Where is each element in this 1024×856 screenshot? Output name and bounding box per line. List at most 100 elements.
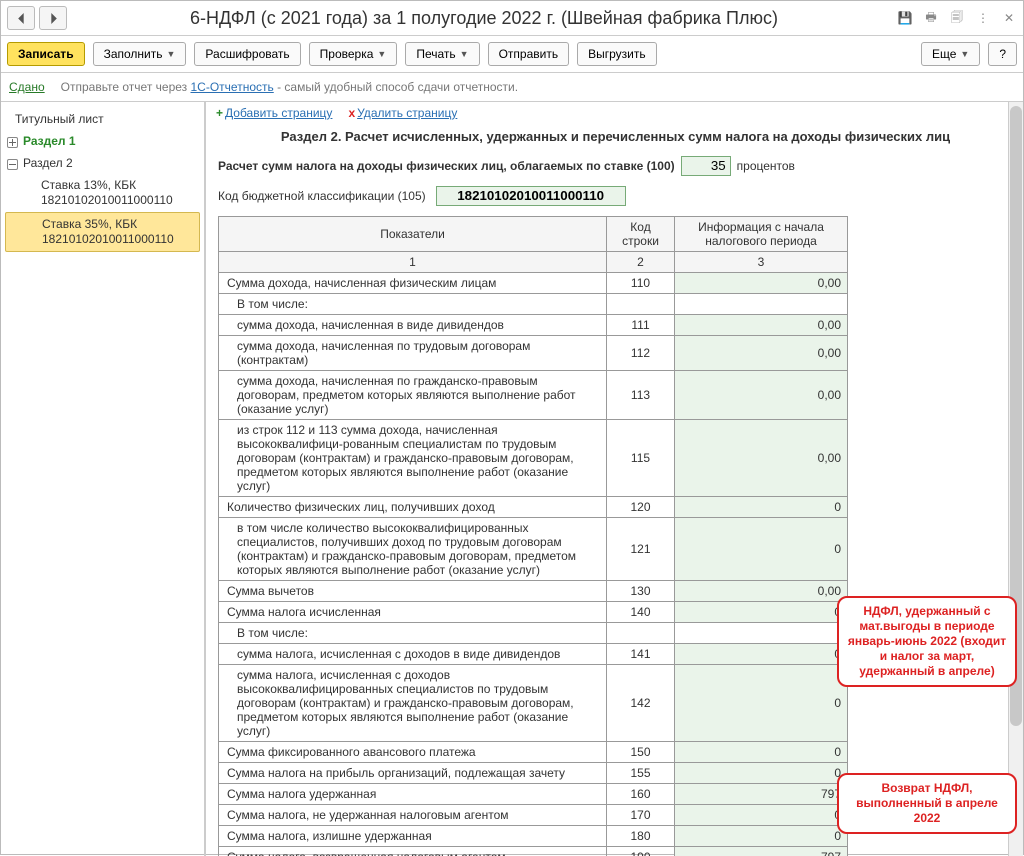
row-label: сумма налога, исчисленная с доходов в ви…: [219, 643, 607, 664]
write-button[interactable]: Записать: [7, 42, 85, 66]
row-code: [607, 293, 675, 314]
row-value[interactable]: 0,00: [675, 580, 848, 601]
col-num-3: 3: [675, 251, 848, 272]
rate-line: Расчет сумм налога на доходы физических …: [208, 150, 1023, 182]
row-value[interactable]: 0,00: [675, 272, 848, 293]
more-button[interactable]: Еще ▼: [921, 42, 980, 66]
row-value: [675, 293, 848, 314]
rate-unit: процентов: [737, 159, 795, 173]
row-label: В том числе:: [219, 293, 607, 314]
kebab-icon[interactable]: ⋮: [975, 10, 991, 26]
decrypt-button[interactable]: Расшифровать: [194, 42, 300, 66]
row-code: 111: [607, 314, 675, 335]
row-value: [675, 622, 848, 643]
status-bar: Сдано Отправьте отчет через 1С-Отчетност…: [1, 73, 1023, 102]
app-window: 6-НДФЛ (с 2021 года) за 1 полугодие 2022…: [0, 0, 1024, 855]
chevron-down-icon: ▼: [167, 49, 176, 59]
toolbar: Записать Заполнить ▼ Расшифровать Проверк…: [1, 36, 1023, 73]
delete-page-link[interactable]: xУдалить страницу: [348, 106, 457, 120]
row-value[interactable]: 0: [675, 804, 848, 825]
row-label: Сумма налога исчисленная: [219, 601, 607, 622]
table-row: Количество физических лиц, получивших до…: [219, 496, 848, 517]
row-label: сумма дохода, начисленная по трудовым до…: [219, 335, 607, 370]
nav-back-button[interactable]: [7, 6, 35, 30]
reporting-link[interactable]: 1С-Отчетность: [191, 80, 274, 94]
print-button[interactable]: Печать▼: [405, 42, 479, 66]
hint-pre: Отправьте отчет через: [61, 80, 191, 94]
more-label: Еще: [932, 47, 956, 61]
status-hint: Отправьте отчет через 1С-Отчетность - са…: [61, 80, 518, 94]
table-row: Сумма налога исчисленная1400: [219, 601, 848, 622]
tree-section-2[interactable]: Раздел 2: [1, 152, 204, 174]
table-row: В том числе:: [219, 622, 848, 643]
row-code: 120: [607, 496, 675, 517]
table-row: в том числе количество высококвалифициро…: [219, 517, 848, 580]
print-icon[interactable]: 🖶: [923, 10, 939, 26]
kbk-line: Код бюджетной классификации (105): [208, 182, 1023, 210]
row-value[interactable]: 797: [675, 783, 848, 804]
row-label: Сумма налога удержанная: [219, 783, 607, 804]
row-code: 180: [607, 825, 675, 846]
nav-forward-button[interactable]: [39, 6, 67, 30]
col-num-2: 2: [607, 251, 675, 272]
row-label: Сумма дохода, начисленная физическим лиц…: [219, 272, 607, 293]
row-label: Сумма налога, не удержанная налоговым аг…: [219, 804, 607, 825]
row-code: 115: [607, 419, 675, 496]
tree-rate-35[interactable]: Ставка 35%, КБК 18210102010011000110: [5, 212, 200, 252]
row-value[interactable]: 0,00: [675, 419, 848, 496]
row-label: Сумма налога, излишне удержанная: [219, 825, 607, 846]
attach-icon[interactable]: 🗐: [949, 10, 965, 26]
row-value[interactable]: 0: [675, 601, 848, 622]
title-icon-group: 💾 🖶 🗐 ⋮ ✕: [897, 10, 1017, 26]
check-button[interactable]: Проверка▼: [309, 42, 398, 66]
row-value[interactable]: 0: [675, 643, 848, 664]
scrollbar-track[interactable]: [1008, 102, 1023, 856]
table-row: сумма налога, исчисленная с доходов высо…: [219, 664, 848, 741]
export-button[interactable]: Выгрузить: [577, 42, 657, 66]
table-row: В том числе:: [219, 293, 848, 314]
row-value[interactable]: 0: [675, 762, 848, 783]
row-value[interactable]: 0,00: [675, 314, 848, 335]
add-page-label: Добавить страницу: [225, 106, 332, 120]
callout-ndfl-return: Возврат НДФЛ, выполненный в апреле 2022: [837, 773, 1017, 834]
help-button[interactable]: ?: [988, 42, 1017, 66]
send-button[interactable]: Отправить: [488, 42, 570, 66]
kbk-input[interactable]: [436, 186, 626, 206]
row-value[interactable]: 0: [675, 825, 848, 846]
add-page-link[interactable]: +Добавить страницу: [216, 106, 332, 120]
row-code: 121: [607, 517, 675, 580]
callout-ndfl-withheld: НДФЛ, удержанный с мат.выгоды в периоде …: [837, 596, 1017, 687]
row-value[interactable]: 0: [675, 664, 848, 741]
body: Титульный лист Раздел 1 Раздел 2 Ставка …: [1, 102, 1023, 856]
close-icon[interactable]: ✕: [1001, 10, 1017, 26]
row-value[interactable]: 0,00: [675, 370, 848, 419]
tree-rate-13[interactable]: Ставка 13%, КБК 18210102010011000110: [1, 174, 204, 212]
save-icon[interactable]: 💾: [897, 10, 913, 26]
row-label: Сумма фиксированного авансового платежа: [219, 741, 607, 762]
tree-section-1[interactable]: Раздел 1: [1, 130, 202, 152]
row-label: Количество физических лиц, получивших до…: [219, 496, 607, 517]
table-row: Сумма фиксированного авансового платежа1…: [219, 741, 848, 762]
col-num-1: 1: [219, 251, 607, 272]
table-row: Сумма налога, не удержанная налоговым аг…: [219, 804, 848, 825]
row-code: 113: [607, 370, 675, 419]
row-label: сумма дохода, начисленная по гражданско-…: [219, 370, 607, 419]
row-value[interactable]: 0: [675, 517, 848, 580]
col-header-1: Показатели: [219, 216, 607, 251]
status-link[interactable]: Сдано: [9, 80, 45, 94]
chevron-down-icon: ▼: [960, 49, 969, 59]
tree-title-page[interactable]: Титульный лист: [1, 108, 204, 130]
table-row: Сумма дохода, начисленная физическим лиц…: [219, 272, 848, 293]
fill-label: Заполнить: [104, 47, 163, 61]
row-value[interactable]: 0: [675, 496, 848, 517]
row-value[interactable]: 0: [675, 741, 848, 762]
row-code: 142: [607, 664, 675, 741]
page-actions: +Добавить страницу xУдалить страницу: [208, 102, 1023, 124]
window-title: 6-НДФЛ (с 2021 года) за 1 полугодие 2022…: [71, 8, 897, 29]
table-row: сумма дохода, начисленная по гражданско-…: [219, 370, 848, 419]
x-icon: x: [348, 106, 355, 120]
row-value[interactable]: 0,00: [675, 335, 848, 370]
rate-input[interactable]: [681, 156, 731, 176]
fill-button[interactable]: Заполнить ▼: [93, 42, 187, 66]
delete-page-label: Удалить страницу: [357, 106, 457, 120]
